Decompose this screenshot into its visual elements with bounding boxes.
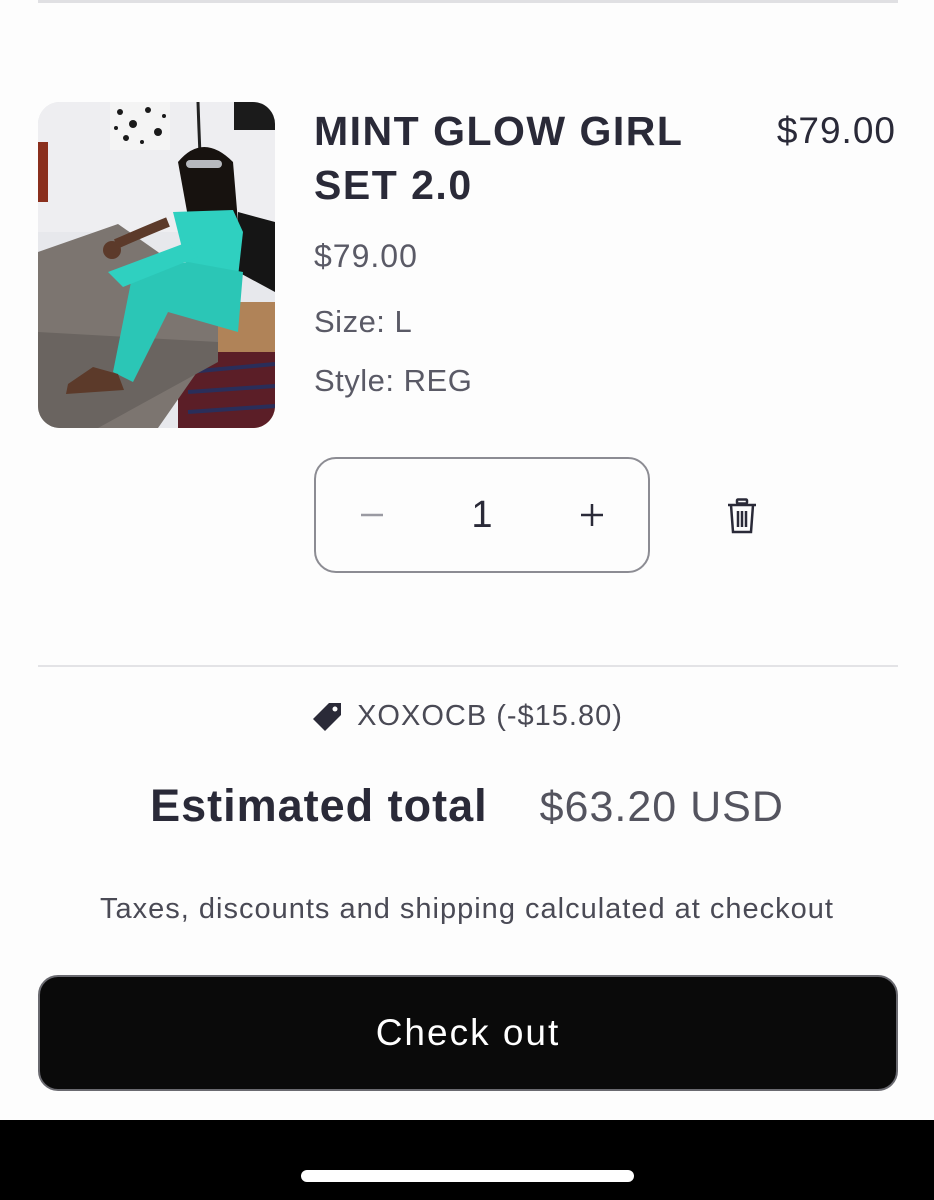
product-photo — [38, 102, 275, 428]
total-label: Estimated total — [150, 780, 488, 831]
checkout-button[interactable]: Check out — [38, 975, 898, 1091]
remove-item-button[interactable] — [720, 494, 764, 538]
total-value: $63.20 USD — [539, 783, 784, 831]
size-option: Size: L — [314, 304, 413, 339]
minus-icon — [361, 513, 383, 517]
quantity-decrease-button[interactable] — [316, 459, 428, 571]
product-title[interactable]: MINT GLOW GIRL SET 2.0 — [314, 104, 694, 212]
tax-note: Taxes, discounts and shipping calculated… — [100, 893, 834, 925]
tag-icon — [313, 702, 342, 731]
summary-divider — [38, 665, 898, 667]
unit-price: $79.00 — [314, 238, 418, 274]
discount-code: XOXOCB (-$15.80) — [357, 700, 623, 732]
plus-icon — [581, 504, 603, 526]
quantity-stepper: 1 — [314, 457, 650, 573]
system-bottom-bar — [0, 1120, 934, 1200]
top-divider — [38, 0, 898, 3]
estimated-total-row: Estimated total $63.20 USD — [0, 780, 934, 832]
home-indicator[interactable] — [301, 1170, 634, 1182]
trash-icon — [728, 498, 756, 534]
product-image[interactable] — [38, 102, 275, 428]
discount-row: XOXOCB (-$15.80) — [0, 700, 934, 733]
quantity-value[interactable]: 1 — [452, 494, 512, 537]
style-option: Style: REG — [314, 363, 473, 398]
line-price: $79.00 — [776, 110, 896, 151]
quantity-increase-button[interactable] — [536, 459, 648, 571]
